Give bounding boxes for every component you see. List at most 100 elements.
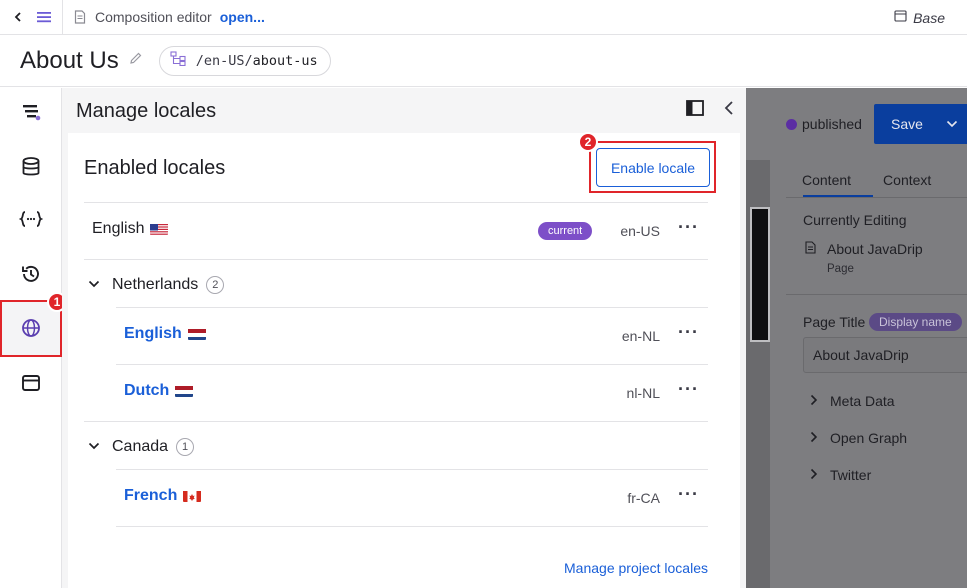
collapse-panel-icon[interactable] [724, 101, 734, 120]
manage-locales-panel: Manage locales Enabled locales Enable lo… [62, 88, 746, 588]
chevron-down-icon [88, 276, 100, 294]
url-path-slug: about-us [252, 52, 318, 69]
group-netherlands-header[interactable]: Netherlands 2 [88, 276, 225, 294]
base-icon [894, 9, 907, 27]
locale-row-en-US[interactable]: English [92, 220, 169, 238]
divider [84, 421, 708, 422]
locale-row-en-NL[interactable]: English [124, 325, 206, 343]
entity-type: Page [827, 263, 854, 275]
tab-content[interactable]: Content [802, 172, 851, 188]
group-canada-header[interactable]: Canada 1 [88, 438, 195, 456]
more-options-icon[interactable]: ··· [678, 217, 699, 238]
rail-data-button[interactable] [0, 149, 62, 189]
group-name: Canada [112, 438, 169, 455]
locale-code: fr-CA [627, 490, 660, 506]
section-meta-data[interactable]: Meta Data [810, 393, 895, 409]
locale-code: en-NL [621, 328, 660, 344]
more-options-icon[interactable]: ··· [678, 379, 699, 400]
editor-title: Composition editor [95, 9, 212, 25]
section-label: Meta Data [830, 393, 895, 409]
url-path-prefix: /en-US/ [195, 52, 253, 69]
tab-context[interactable]: Context [883, 172, 931, 188]
divider [116, 526, 708, 527]
properties-tabs: Content Context [802, 172, 931, 188]
locale-name: English [92, 220, 145, 237]
divider [84, 202, 708, 203]
ca-flag-icon [183, 490, 202, 502]
canvas-preview [746, 160, 770, 588]
url-path: /en-US/about-us [196, 53, 318, 69]
panel-actions [686, 100, 734, 121]
rail-locales-button[interactable] [0, 310, 62, 350]
divider [786, 294, 967, 295]
enable-locale-button[interactable]: Enable locale [596, 148, 710, 187]
locale-link[interactable]: French [124, 487, 177, 505]
page-title: About Us [20, 46, 119, 74]
save-label: Save [891, 116, 923, 132]
group-name: Netherlands [112, 276, 199, 293]
section-open-graph[interactable]: Open Graph [810, 430, 907, 446]
chevron-down-icon[interactable] [946, 117, 958, 131]
section-label: Twitter [830, 467, 872, 483]
us-flag-icon [150, 223, 169, 235]
step-2-badge: 2 [578, 132, 598, 152]
menu-icon[interactable] [33, 6, 55, 28]
locale-row-nl-NL[interactable]: Dutch [124, 382, 194, 400]
entity-name: About JavaDrip [827, 241, 923, 257]
globe-icon [20, 317, 42, 344]
locale-code: nl-NL [626, 385, 660, 401]
divider [116, 469, 708, 470]
divider [116, 364, 708, 365]
publish-status: published [786, 116, 862, 132]
toolbar-divider [62, 0, 63, 35]
document-icon [69, 6, 91, 28]
base-label: Base [913, 9, 945, 26]
structure-icon [20, 101, 42, 128]
divider [786, 197, 967, 198]
more-options-icon[interactable]: ··· [678, 484, 699, 505]
nl-flag-icon [175, 385, 194, 397]
manage-project-locales-link[interactable]: Manage project locales [564, 560, 708, 576]
locale-link[interactable]: English [124, 325, 182, 343]
window-icon [20, 373, 42, 398]
top-toolbar: Composition editor open... Base [0, 0, 967, 35]
more-options-icon[interactable]: ··· [678, 322, 699, 343]
rail-history-button[interactable] [0, 256, 62, 296]
url-path-pill[interactable]: /en-US/about-us [158, 45, 331, 76]
panel-title: Manage locales [76, 100, 217, 122]
document-icon [805, 241, 816, 259]
page-title-input[interactable]: About JavaDrip [803, 337, 967, 373]
rail-layout-button[interactable] [0, 365, 62, 405]
braces-icon [18, 209, 44, 234]
save-button[interactable]: Save [874, 104, 967, 144]
chevron-right-icon [810, 394, 818, 409]
edit-pencil-icon[interactable] [129, 51, 143, 70]
status-dot-icon [786, 118, 797, 130]
chevron-right-icon [810, 431, 818, 446]
history-icon [20, 263, 42, 290]
database-icon [21, 156, 41, 183]
chevron-down-icon [88, 438, 100, 456]
left-rail: 1 [0, 88, 67, 588]
section-label: Open Graph [830, 430, 908, 446]
locale-row-fr-CA[interactable]: French [124, 487, 202, 505]
currently-editing-label: Currently Editing [803, 212, 907, 228]
status-text: published [802, 116, 862, 132]
group-count: 2 [206, 276, 225, 294]
locale-link[interactable]: Dutch [124, 382, 169, 400]
divider [116, 307, 708, 308]
base-selector[interactable]: Base [894, 0, 945, 35]
display-name-pill: Display name [869, 313, 962, 331]
locale-code: en-US [620, 223, 660, 239]
rail-structure-button[interactable] [0, 94, 62, 134]
nl-flag-icon [187, 328, 206, 340]
dimmed-properties-panel: published Save Content Context Currently… [746, 88, 967, 588]
canvas-preview-frame [750, 207, 770, 342]
back-icon[interactable] [7, 6, 29, 28]
sitemap-icon [170, 50, 186, 71]
dock-panel-icon[interactable] [686, 100, 704, 121]
rail-variables-button[interactable] [0, 201, 62, 241]
section-twitter[interactable]: Twitter [810, 467, 871, 483]
open-link[interactable]: open... [220, 9, 265, 25]
group-count: 1 [176, 438, 195, 456]
